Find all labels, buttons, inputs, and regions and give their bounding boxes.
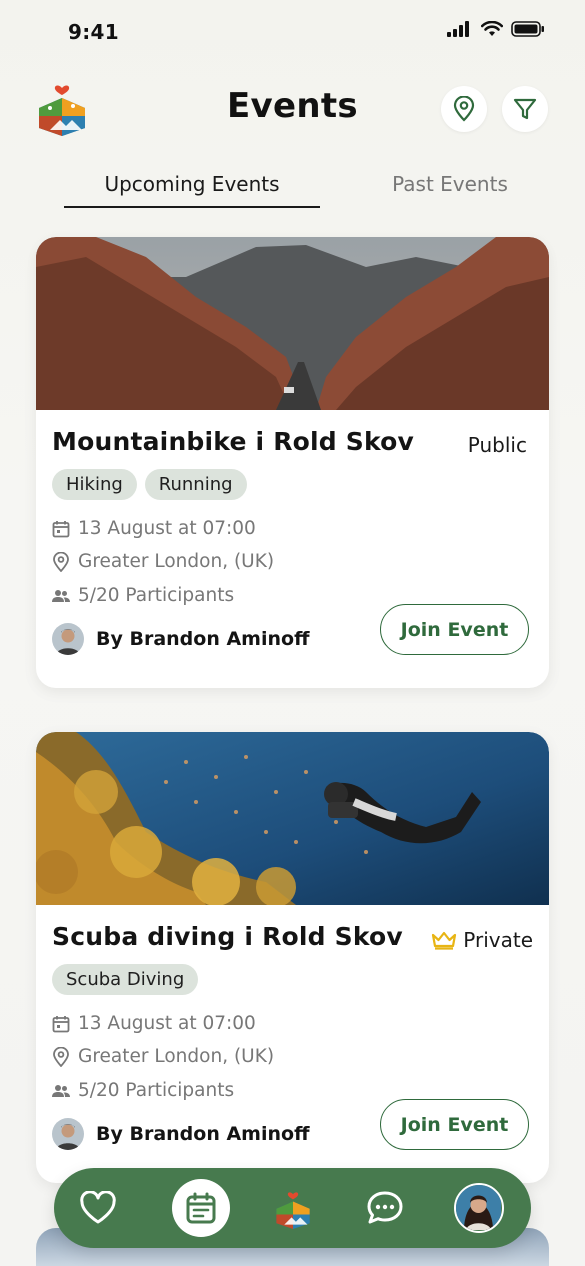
tag: Running (144, 469, 247, 500)
people-icon (52, 1082, 70, 1100)
organizer-name: By Brandon Aminoff (96, 628, 310, 650)
tag: Hiking (52, 469, 137, 500)
location-button[interactable] (441, 86, 487, 132)
calendar-icon (52, 520, 70, 538)
active-tab-indicator (64, 206, 320, 208)
event-date-text: 13 August at 07:00 (78, 518, 256, 539)
tag-list: Hiking Running (52, 469, 247, 500)
status-icons (447, 21, 545, 37)
event-location-text: Greater London, (UK) (78, 1046, 275, 1067)
filter-button[interactable] (502, 86, 548, 132)
event-date: 13 August at 07:00 (52, 1013, 256, 1034)
event-date-text: 13 August at 07:00 (78, 1013, 256, 1034)
filter-icon (513, 98, 537, 120)
wifi-icon (481, 21, 503, 36)
organizer-name: By Brandon Aminoff (96, 1123, 310, 1145)
location-pin-icon (52, 1046, 70, 1067)
event-participants: 5/20 Participants (52, 1080, 234, 1101)
organizer[interactable]: By Brandon Aminoff (52, 623, 309, 655)
nav-favorites[interactable] (70, 1180, 126, 1236)
event-participants-text: 5/20 Participants (78, 1080, 235, 1101)
organizer[interactable]: By Brandon Aminoff (52, 1118, 309, 1150)
nav-messages[interactable] (357, 1180, 413, 1236)
battery-icon (511, 21, 544, 37)
bottom-nav (54, 1168, 531, 1248)
people-icon (52, 587, 70, 605)
crown-icon (432, 931, 457, 950)
event-participants-text: 5/20 Participants (78, 585, 235, 606)
nav-events[interactable] (172, 1179, 230, 1237)
avatar (52, 1118, 84, 1150)
event-card[interactable]: Mountainbike i Rold Skov Public Hiking R… (36, 237, 549, 688)
event-tabs: Upcoming Events Past Events (0, 166, 585, 210)
status-time: 9:41 (68, 20, 119, 44)
tab-past-events[interactable]: Past Events (330, 172, 570, 196)
nav-home[interactable] (265, 1180, 321, 1236)
header: Events (0, 70, 585, 150)
event-participants: 5/20 Participants (52, 585, 234, 606)
location-pin-icon (52, 551, 70, 572)
visibility-label: Public (468, 433, 527, 457)
calendar-icon (186, 1192, 216, 1224)
visibility-text: Private (463, 928, 533, 952)
tab-upcoming-events[interactable]: Upcoming Events (64, 172, 320, 196)
nav-profile[interactable] (451, 1180, 507, 1236)
avatar (454, 1183, 504, 1233)
heart-icon (80, 1191, 116, 1224)
event-image (36, 732, 549, 905)
event-location: Greater London, (UK) (52, 551, 274, 572)
chat-icon (367, 1191, 403, 1224)
event-location-text: Greater London, (UK) (78, 551, 275, 572)
join-event-button[interactable]: Join Event (380, 1099, 529, 1150)
join-event-button[interactable]: Join Event (380, 604, 529, 655)
tag-list: Scuba Diving (52, 964, 199, 995)
status-bar: 9:41 (0, 0, 585, 64)
calendar-icon (52, 1015, 70, 1033)
tag: Scuba Diving (52, 964, 199, 995)
logo-icon (276, 1192, 310, 1229)
visibility-label: Private (431, 928, 533, 952)
event-card[interactable]: Scuba diving i Rold Skov Private Scuba D… (36, 732, 549, 1183)
event-image (36, 237, 549, 410)
event-title: Mountainbike i Rold Skov (52, 427, 415, 456)
avatar (52, 623, 84, 655)
event-date: 13 August at 07:00 (52, 518, 256, 539)
page-title: Events (227, 86, 358, 126)
visibility-text: Public (467, 433, 527, 457)
event-title: Scuba diving i Rold Skov (52, 922, 403, 951)
location-pin-icon (453, 96, 475, 122)
signal-icon (447, 21, 469, 37)
event-location: Greater London, (UK) (52, 1046, 274, 1067)
